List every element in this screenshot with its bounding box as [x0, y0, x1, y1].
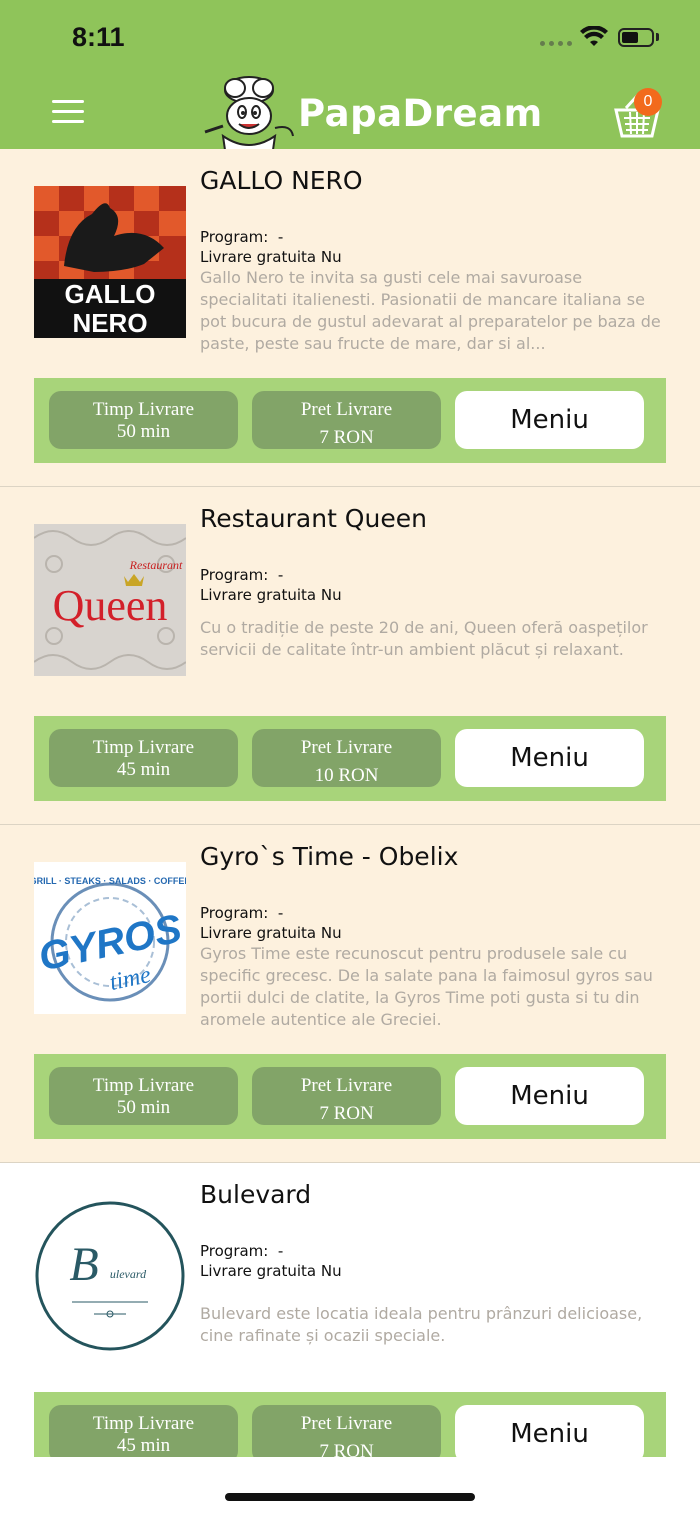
- cart-count-badge: 0: [634, 88, 662, 116]
- program-value: -: [277, 228, 284, 246]
- restaurant-name: Restaurant Queen: [200, 504, 427, 533]
- restaurant-card[interactable]: Restaurant Queen Restaurant Queen Progra…: [0, 487, 700, 825]
- program-row: Program: -: [200, 904, 283, 922]
- delivery-price-pill: Pret Livrare 7 RON: [252, 391, 441, 449]
- logo-text: GRILL · STEAKS · SALADS · COFFEE: [34, 876, 186, 886]
- delivery-time-pill: Timp Livrare 45 min: [49, 1405, 238, 1457]
- delivery-time-label: Timp Livrare: [92, 399, 195, 420]
- bulevard-logo: B ulevard: [34, 1200, 186, 1352]
- wifi-icon: [580, 26, 608, 46]
- restaurant-description: Gallo Nero te invita sa gusti cele mai s…: [200, 268, 661, 353]
- program-row: Program: -: [200, 228, 283, 246]
- free-delivery-value: Nu: [320, 248, 342, 266]
- free-delivery-label: Livrare gratuita: [200, 586, 317, 604]
- brand-title: PapaDream: [298, 92, 543, 135]
- restaurant-description: Cu o tradiție de peste 20 de ani, Queen …: [200, 618, 648, 659]
- delivery-time-label: Timp Livrare: [92, 1075, 195, 1096]
- logo-text: B: [69, 1238, 98, 1291]
- restaurant-list[interactable]: GALLO NERO GALLO NERO Program: - Livrare…: [0, 149, 700, 1457]
- program-row: Program: -: [200, 566, 283, 584]
- delivery-price-value: 10 RON: [314, 765, 379, 786]
- app-header: 8:11 PapaDream 0: [0, 0, 700, 150]
- delivery-time-label: Timp Livrare: [92, 1413, 195, 1434]
- hamburger-menu-icon[interactable]: [52, 100, 84, 124]
- gallo-nero-logo: GALLO NERO: [34, 186, 186, 338]
- program-label: Program:: [200, 1242, 269, 1260]
- restaurant-description: Bulevard este locatia ideala pentru prân…: [200, 1304, 643, 1345]
- delivery-time-pill: Timp Livrare 45 min: [49, 729, 238, 787]
- restaurant-card[interactable]: GRILL · STEAKS · SALADS · COFFEE GYROS t…: [0, 825, 700, 1163]
- restaurant-description: Gyros Time este recunoscut pentru produs…: [200, 944, 653, 1029]
- menu-button[interactable]: Meniu: [455, 391, 644, 449]
- free-delivery-label: Livrare gratuita: [200, 924, 317, 942]
- home-indicator: [225, 1493, 475, 1501]
- delivery-price-value: 7 RON: [319, 1441, 374, 1457]
- delivery-time-value: 50 min: [116, 421, 171, 442]
- delivery-price-value: 7 RON: [319, 427, 374, 448]
- delivery-price-pill: Pret Livrare 10 RON: [252, 729, 441, 787]
- delivery-info-bar: Timp Livrare 50 min Pret Livrare 7 RON Men…: [34, 1054, 666, 1139]
- delivery-price-label: Pret Livrare: [300, 399, 393, 420]
- chef-mascot-logo: [204, 76, 294, 150]
- free-delivery-row: Livrare gratuita Nu: [200, 248, 342, 266]
- program-value: -: [277, 1242, 284, 1260]
- delivery-price-label: Pret Livrare: [300, 1075, 393, 1096]
- program-label: Program:: [200, 228, 269, 246]
- menu-button[interactable]: Meniu: [455, 729, 644, 787]
- restaurant-card[interactable]: B ulevard Bulevard Program: - Livrare gr…: [0, 1163, 700, 1457]
- delivery-time-label: Timp Livrare: [92, 737, 195, 758]
- delivery-price-pill: Pret Livrare 7 RON: [252, 1405, 441, 1457]
- delivery-time-pill: Timp Livrare 50 min: [49, 391, 238, 449]
- restaurant-name: GALLO NERO: [200, 166, 363, 195]
- status-time: 8:11: [72, 22, 125, 52]
- queen-logo: Restaurant Queen: [34, 524, 186, 676]
- delivery-time-value: 45 min: [116, 1435, 171, 1456]
- program-value: -: [277, 566, 284, 584]
- free-delivery-value: Nu: [320, 1262, 342, 1280]
- signal-icon: [540, 41, 572, 46]
- delivery-time-value: 45 min: [116, 759, 171, 780]
- delivery-info-bar: Timp Livrare 45 min Pret Livrare 7 RON Men…: [34, 1392, 666, 1457]
- delivery-time-pill: Timp Livrare 50 min: [49, 1067, 238, 1125]
- menu-button[interactable]: Meniu: [455, 1067, 644, 1125]
- free-delivery-value: Nu: [320, 924, 342, 942]
- restaurant-name: Gyro`s Time - Obelix: [200, 842, 459, 871]
- delivery-price-label: Pret Livrare: [300, 1413, 393, 1434]
- delivery-info-bar: Timp Livrare 50 min Pret Livrare 7 RON Men…: [34, 378, 666, 463]
- program-label: Program:: [200, 904, 269, 922]
- free-delivery-value: Nu: [320, 586, 342, 604]
- logo-text: NERO: [72, 308, 147, 338]
- menu-button[interactable]: Meniu: [455, 1405, 644, 1457]
- program-row: Program: -: [200, 1242, 283, 1260]
- logo-text: ulevard: [110, 1267, 147, 1281]
- free-delivery-label: Livrare gratuita: [200, 1262, 317, 1280]
- restaurant-name: Bulevard: [200, 1180, 312, 1209]
- gyros-time-logo: GRILL · STEAKS · SALADS · COFFEE GYROS t…: [34, 862, 186, 1014]
- free-delivery-row: Livrare gratuita Nu: [200, 1262, 342, 1280]
- free-delivery-row: Livrare gratuita Nu: [200, 586, 342, 604]
- delivery-price-value: 7 RON: [319, 1103, 374, 1124]
- delivery-info-bar: Timp Livrare 45 min Pret Livrare 10 RON Me…: [34, 716, 666, 801]
- program-value: -: [277, 904, 284, 922]
- delivery-time-value: 50 min: [116, 1097, 171, 1118]
- restaurant-card[interactable]: GALLO NERO GALLO NERO Program: - Livrare…: [0, 149, 700, 487]
- logo-text: GALLO: [65, 279, 156, 309]
- delivery-price-pill: Pret Livrare 7 RON: [252, 1067, 441, 1125]
- battery-icon: [618, 28, 654, 47]
- logo-text: Restaurant: [129, 558, 183, 572]
- free-delivery-label: Livrare gratuita: [200, 248, 317, 266]
- free-delivery-row: Livrare gratuita Nu: [200, 924, 342, 942]
- delivery-price-label: Pret Livrare: [300, 737, 393, 758]
- logo-text: Queen: [53, 581, 168, 630]
- program-label: Program:: [200, 566, 269, 584]
